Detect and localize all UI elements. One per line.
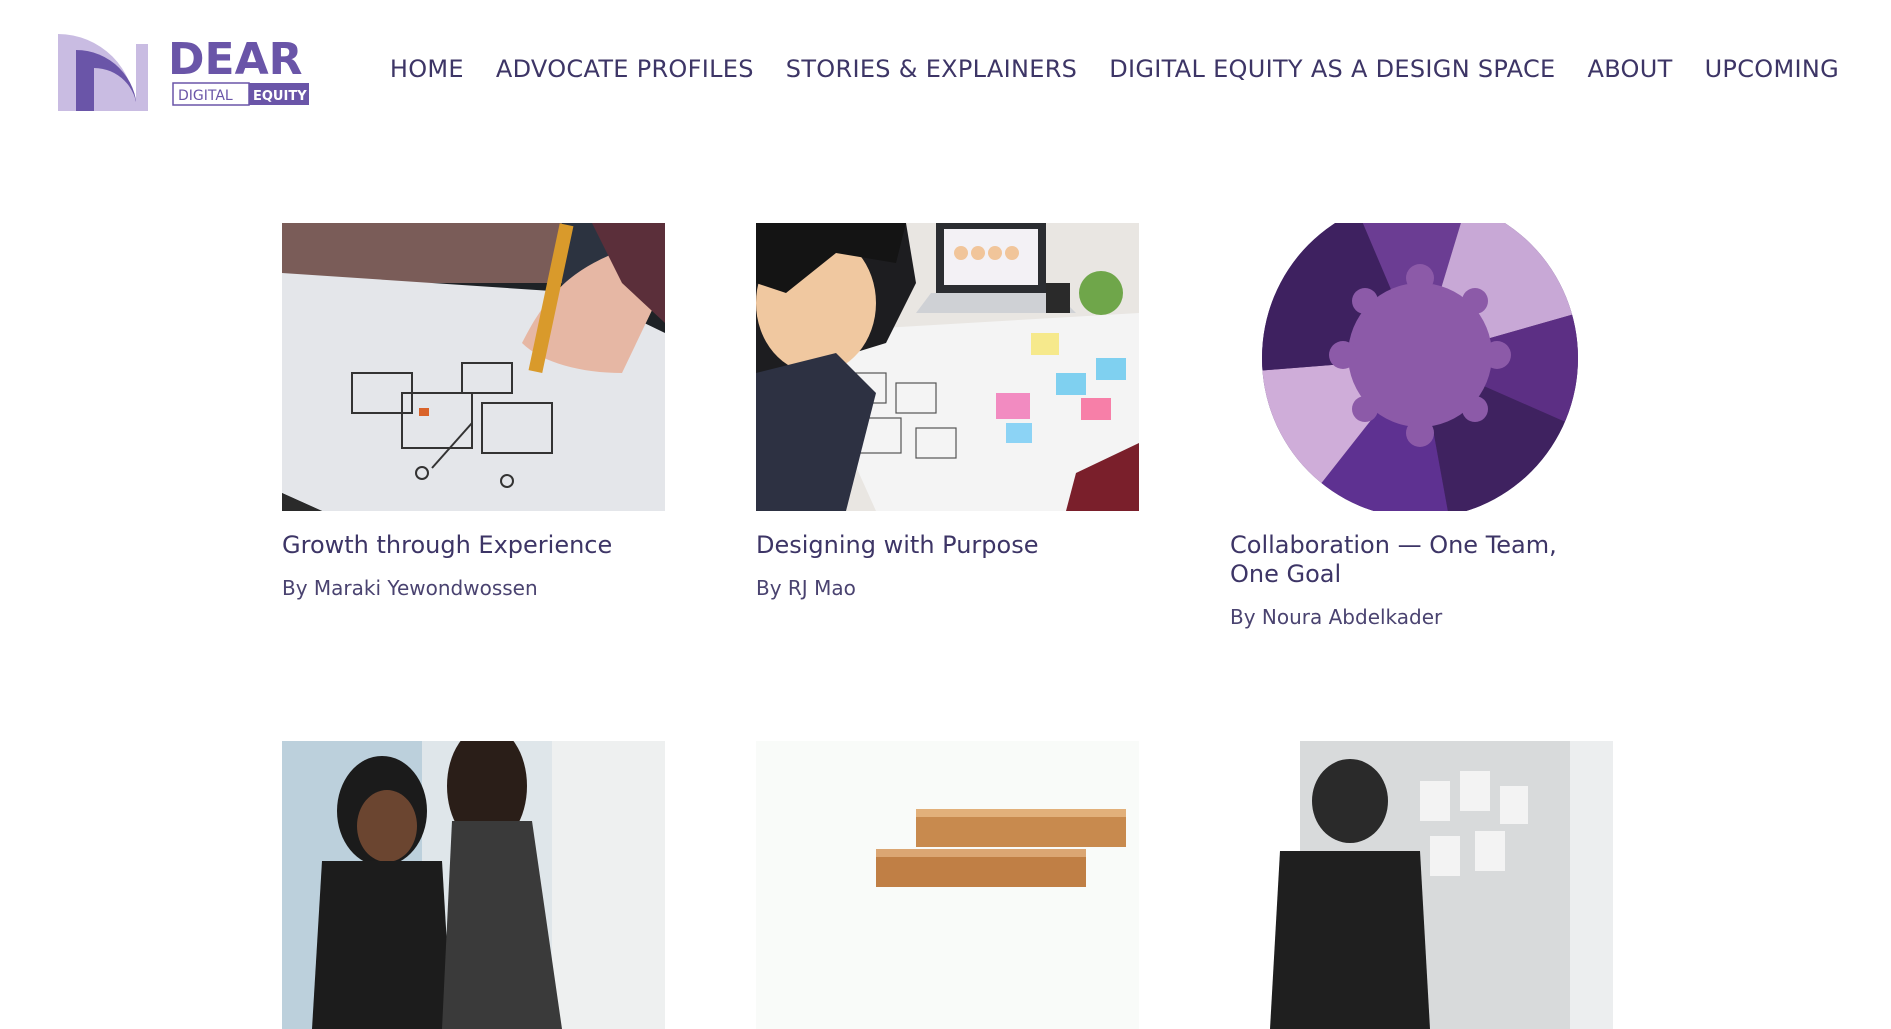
- story-title[interactable]: Designing with Purpose: [756, 531, 1139, 560]
- logo-tag-left: DIGITAL: [178, 88, 233, 104]
- story-title[interactable]: Collaboration — One Team, One Goal: [1230, 531, 1613, 589]
- story-byline: By RJ Mao: [756, 576, 856, 600]
- story-card: [282, 741, 665, 1029]
- site-logo[interactable]: DEAR DIGITAL EQUITY: [58, 34, 310, 112]
- story-title[interactable]: Growth through Experience: [282, 531, 665, 560]
- story-image-design-team[interactable]: [756, 223, 1139, 511]
- story-card: Growth through Experience By Maraki Yewo…: [282, 223, 665, 600]
- nav-upcoming[interactable]: UPCOMING: [1705, 55, 1839, 83]
- story-image-puzzle[interactable]: [1230, 223, 1613, 511]
- nav-about[interactable]: ABOUT: [1587, 55, 1672, 83]
- nav-stories-explainers[interactable]: STORIES & EXPLAINERS: [786, 55, 1077, 83]
- logo-tag-right: EQUITY: [253, 89, 307, 104]
- story-card: [756, 741, 1139, 1029]
- story-card: Designing with Purpose By RJ Mao: [756, 223, 1139, 600]
- main-nav: HOME ADVOCATE PROFILES STORIES & EXPLAIN…: [390, 55, 1839, 83]
- site-header: DEAR DIGITAL EQUITY HOME ADVOCATE PROFIL…: [0, 0, 1891, 140]
- story-image-sketching[interactable]: [282, 223, 665, 511]
- logo-word: DEAR: [168, 34, 303, 85]
- story-byline: By Maraki Yewondwossen: [282, 576, 538, 600]
- nav-home[interactable]: HOME: [390, 55, 464, 83]
- story-card: [1230, 741, 1613, 1029]
- nav-digital-equity-design-space[interactable]: DIGITAL EQUITY AS A DESIGN SPACE: [1109, 55, 1555, 83]
- story-byline: By Noura Abdelkader: [1230, 605, 1443, 629]
- nav-advocate-profiles[interactable]: ADVOCATE PROFILES: [496, 55, 754, 83]
- story-image-person-wall[interactable]: [1230, 741, 1613, 1029]
- story-image-women-desk[interactable]: [282, 741, 665, 1029]
- story-card: Collaboration — One Team, One Goal By No…: [1230, 223, 1613, 629]
- story-image-wooden-blocks[interactable]: [756, 741, 1139, 1029]
